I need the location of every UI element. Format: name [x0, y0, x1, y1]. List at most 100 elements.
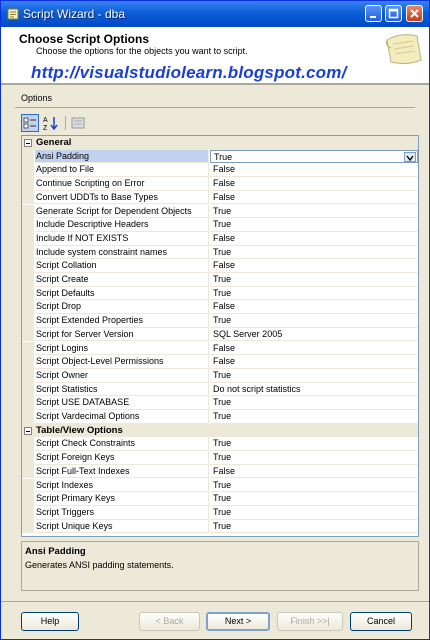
categorized-view-button[interactable]	[21, 114, 39, 132]
property-row[interactable]: Script Foreign Keys True	[22, 451, 418, 465]
property-row[interactable]: Continue Scripting on Error False	[22, 177, 418, 191]
property-row[interactable]: Script Drop False	[22, 300, 418, 315]
property-value[interactable]: True	[210, 492, 418, 506]
property-row[interactable]: Script Owner True	[22, 368, 418, 383]
property-row[interactable]: Script Extended Properties True	[22, 314, 418, 328]
property-row[interactable]: Generate Script for Dependent Objects Tru…	[22, 204, 418, 219]
property-value[interactable]: False	[210, 465, 418, 479]
property-name[interactable]: Script Unique Keys	[35, 519, 209, 534]
property-name[interactable]: Include Descriptive Headers	[35, 218, 209, 232]
property-value[interactable]: True	[210, 205, 418, 219]
property-value[interactable]: True	[210, 506, 418, 520]
property-row[interactable]: Script Primary Keys True	[22, 492, 418, 506]
alphabetical-view-button[interactable]: A Z	[42, 114, 60, 132]
property-value[interactable]: True	[210, 451, 418, 465]
property-row[interactable]: Convert UDDTs to Base Types False	[22, 190, 418, 205]
property-name[interactable]: Convert UDDTs to Base Types	[35, 190, 209, 205]
cancel-button[interactable]: Cancel	[350, 612, 412, 631]
property-name[interactable]: Script Full-Text Indexes	[35, 464, 209, 479]
property-row[interactable]: Append to File False	[22, 163, 418, 178]
category-row[interactable]: General	[22, 136, 418, 150]
property-value[interactable]: True	[210, 437, 418, 452]
property-name[interactable]: Script Primary Keys	[35, 492, 209, 506]
property-value[interactable]: False	[210, 177, 418, 191]
title-bar[interactable]: Script Wizard - dba	[1, 1, 429, 27]
property-value[interactable]: True	[210, 396, 418, 410]
property-value[interactable]: True	[210, 479, 418, 493]
property-row[interactable]: Script Collation False	[22, 259, 418, 273]
property-value[interactable]: True	[210, 520, 418, 534]
property-value[interactable]: False	[210, 342, 418, 356]
next-button[interactable]: Next >	[206, 612, 270, 631]
property-grid[interactable]: General Ansi Padding True Append to File Fal…	[21, 135, 419, 537]
property-value[interactable]: True	[210, 410, 418, 424]
property-value[interactable]: True	[210, 314, 418, 328]
property-value[interactable]: False	[210, 259, 418, 273]
property-name[interactable]: Script Extended Properties	[35, 314, 209, 328]
property-name[interactable]: Include system constraint names	[35, 245, 209, 260]
property-name[interactable]: Script Vardecimal Options	[35, 410, 209, 424]
maximize-button[interactable]	[385, 5, 402, 22]
property-row[interactable]: Include system constraint names True	[22, 245, 418, 260]
property-row[interactable]: Script for Server Version SQL Server 2005	[22, 327, 418, 342]
property-name[interactable]: Script Defaults	[35, 286, 209, 301]
property-value[interactable]: False	[210, 191, 418, 205]
property-row[interactable]: Ansi Padding True	[22, 149, 418, 164]
property-row[interactable]: Script USE DATABASE True	[22, 396, 418, 410]
property-name[interactable]: Include If NOT EXISTS	[35, 231, 209, 246]
close-window-button[interactable]	[406, 5, 423, 22]
property-name[interactable]: Script Logins	[35, 341, 209, 356]
property-name[interactable]: Script Collation	[35, 259, 209, 273]
property-value[interactable]: False	[210, 163, 418, 178]
property-name[interactable]: Script Statistics	[35, 382, 209, 397]
help-button[interactable]: Help	[21, 612, 79, 631]
property-name[interactable]: Script Foreign Keys	[35, 451, 209, 465]
property-name[interactable]: Script Object-Level Permissions	[35, 355, 209, 369]
back-button[interactable]: < Back	[139, 612, 200, 631]
property-row[interactable]: Script Full-Text Indexes False	[22, 464, 418, 479]
property-pages-button[interactable]	[69, 114, 87, 132]
property-name[interactable]: Script Create	[35, 273, 209, 287]
property-value[interactable]: False	[210, 232, 418, 246]
property-row[interactable]: Script Indexes True	[22, 478, 418, 493]
property-row[interactable]: Include If NOT EXISTS False	[22, 231, 418, 246]
property-name[interactable]: Generate Script for Dependent Objects	[35, 204, 209, 219]
property-value[interactable]: Do not script statistics	[210, 383, 418, 397]
property-row[interactable]: Script Object-Level Permissions False	[22, 355, 418, 369]
collapse-icon[interactable]	[24, 139, 32, 147]
property-name[interactable]: Script for Server Version	[35, 327, 209, 342]
finish-button[interactable]: Finish >>|	[277, 612, 343, 631]
property-row[interactable]: Include Descriptive Headers True	[22, 218, 418, 232]
property-value[interactable]: False	[210, 300, 418, 315]
minimize-button[interactable]	[365, 5, 382, 22]
property-name[interactable]: Script Indexes	[35, 478, 209, 493]
property-value[interactable]: True	[210, 273, 418, 287]
property-name[interactable]: Continue Scripting on Error	[35, 177, 209, 191]
property-row[interactable]: Script Defaults True	[22, 286, 418, 301]
property-value[interactable]: True	[210, 246, 418, 260]
property-row[interactable]: Script Create True	[22, 273, 418, 287]
property-name[interactable]: Append to File	[35, 163, 209, 178]
value-dropdown-button[interactable]	[404, 151, 416, 162]
property-row[interactable]: Script Triggers True	[22, 505, 418, 520]
property-value[interactable]: True	[210, 149, 418, 164]
property-value[interactable]: SQL Server 2005	[210, 328, 418, 342]
property-name[interactable]: Script Triggers	[35, 505, 209, 520]
property-name[interactable]: Script Drop	[35, 300, 209, 315]
property-row[interactable]: Script Unique Keys True	[22, 519, 418, 534]
property-row[interactable]: Script Vardecimal Options True	[22, 410, 418, 424]
property-row[interactable]: Script Statistics Do not script statistic…	[22, 382, 418, 397]
property-value[interactable]: False	[210, 355, 418, 369]
property-name[interactable]: Script Owner	[35, 368, 209, 383]
property-value[interactable]: True	[210, 218, 418, 232]
property-row[interactable]: Script Check Constraints True	[22, 437, 418, 452]
collapse-icon[interactable]	[24, 426, 32, 435]
property-row[interactable]: Script Logins False	[22, 341, 418, 356]
property-value[interactable]: True	[210, 369, 418, 383]
property-name[interactable]: Script USE DATABASE	[35, 396, 209, 410]
close-icon	[410, 9, 419, 18]
property-name[interactable]: Script Check Constraints	[35, 437, 209, 452]
property-value[interactable]: True	[210, 287, 418, 301]
category-row[interactable]: Table/View Options	[22, 423, 418, 438]
property-name[interactable]: Ansi Padding	[35, 149, 209, 164]
